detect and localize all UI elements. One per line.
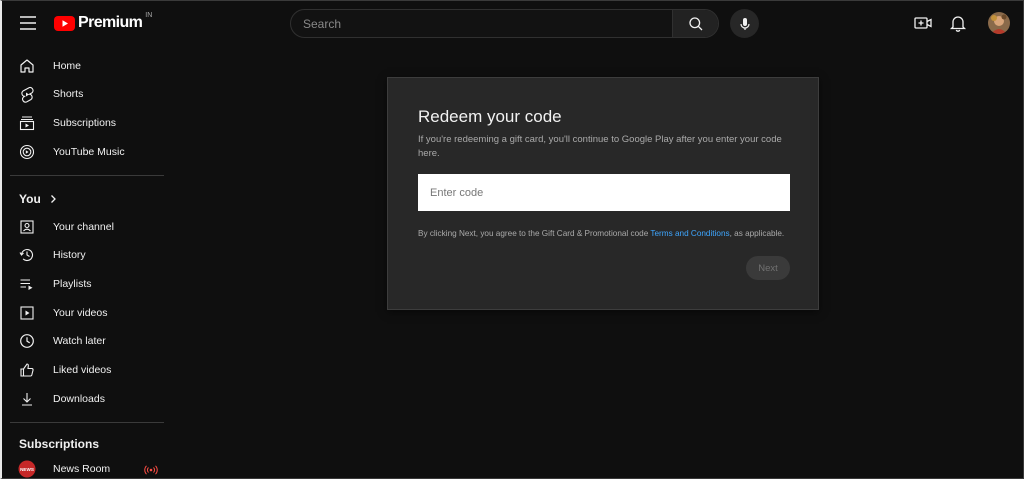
sidebar-item-label: YouTube Music [53, 146, 125, 158]
channel-avatar: NEWS [18, 460, 36, 478]
subscriptions-section-title: Subscriptions [19, 437, 100, 451]
sidebar-item-label: Subscriptions [53, 117, 117, 129]
search-icon [688, 16, 702, 30]
youtube-logo-icon [54, 15, 75, 31]
sidebar-item-label: Your videos [53, 307, 108, 319]
voice-search-button[interactable] [730, 9, 759, 38]
microphone-icon [739, 17, 750, 30]
terms-prefix: By clicking Next, you agree to the Gift … [418, 229, 651, 238]
sidebar-item-label: Home [53, 60, 82, 72]
sidebar-item-label: News Room [53, 463, 111, 475]
channel-icon [18, 218, 36, 236]
sidebar-item-downloads[interactable]: Downloads [10, 385, 166, 413]
youtube-music-icon [18, 143, 36, 161]
watch-later-icon [18, 332, 36, 350]
you-section-title: You [19, 192, 41, 206]
sidebar-item-label: Your channel [53, 221, 114, 233]
logo-text: Premium [78, 14, 143, 31]
sidebar-item-subscriptions[interactable]: Subscriptions [10, 109, 166, 137]
top-bar: Premium IN [2, 1, 1023, 45]
create-video-button[interactable] [913, 13, 933, 33]
sidebar-item-youtube-music[interactable]: YouTube Music [10, 138, 166, 166]
playlists-icon [18, 275, 36, 293]
sidebar-item-label: Shorts [53, 88, 84, 100]
terms-link[interactable]: Terms and Conditions [650, 229, 729, 238]
sidebar-item-home[interactable]: Home [10, 52, 166, 80]
sidebar-item-liked-videos[interactable]: Liked videos [10, 356, 166, 384]
menu-icon[interactable] [16, 11, 40, 35]
account-avatar[interactable] [988, 12, 1010, 34]
next-button[interactable]: Next [746, 256, 790, 280]
sidebar-item-shorts[interactable]: Shorts [10, 80, 166, 108]
svg-text:NEWS: NEWS [20, 467, 34, 472]
sidebar-item-label: Watch later [53, 335, 106, 347]
code-input[interactable] [418, 174, 790, 211]
sidebar-item-label: History [53, 249, 86, 261]
sidebar-item-your-videos[interactable]: Your videos [10, 299, 166, 327]
sidebar-item-label: Downloads [53, 393, 105, 405]
you-section-header[interactable]: You [19, 192, 59, 206]
terms-suffix: , as applicable. [729, 229, 785, 238]
notifications-button[interactable] [948, 13, 968, 33]
sidebar-item-label: Liked videos [53, 364, 112, 376]
dialog-subtitle: If you're redeeming a gift card, you'll … [418, 134, 782, 159]
chevron-right-icon [50, 195, 56, 203]
live-icon [144, 463, 158, 475]
subscription-item-news-room[interactable]: NEWS News Room [10, 455, 166, 478]
subscriptions-icon [18, 114, 36, 132]
download-icon [18, 390, 36, 408]
sidebar-item-your-channel[interactable]: Your channel [10, 213, 166, 241]
home-icon [18, 57, 36, 75]
app-window: Premium IN Search Home Shorts Subscripti… [0, 0, 1024, 479]
sidebar-item-watch-later[interactable]: Watch later [10, 327, 166, 355]
sidebar-item-label: Playlists [53, 278, 92, 290]
dialog-title: Redeem your code [418, 107, 562, 126]
terms-text: By clicking Next, you agree to the Gift … [418, 228, 790, 239]
sidebar-divider [10, 422, 164, 423]
youtube-premium-logo[interactable]: Premium IN [54, 11, 153, 33]
country-code: IN [145, 11, 153, 19]
history-icon [18, 246, 36, 264]
redeem-code-dialog: Redeem your code If you're redeeming a g… [387, 77, 819, 310]
shorts-icon [18, 85, 36, 103]
create-icon [914, 17, 932, 29]
search-input[interactable] [291, 10, 672, 37]
bell-icon [949, 16, 967, 32]
sidebar-item-playlists[interactable]: Playlists [10, 270, 166, 298]
avatar-image [988, 12, 1010, 34]
search-button[interactable] [672, 10, 718, 37]
search-box [290, 9, 719, 38]
sidebar-divider [10, 175, 164, 176]
your-videos-icon [18, 304, 36, 322]
like-icon [18, 361, 36, 379]
sidebar-item-history[interactable]: History [10, 241, 166, 269]
sidebar: Home Shorts Subscriptions YouTube Music … [2, 51, 174, 478]
